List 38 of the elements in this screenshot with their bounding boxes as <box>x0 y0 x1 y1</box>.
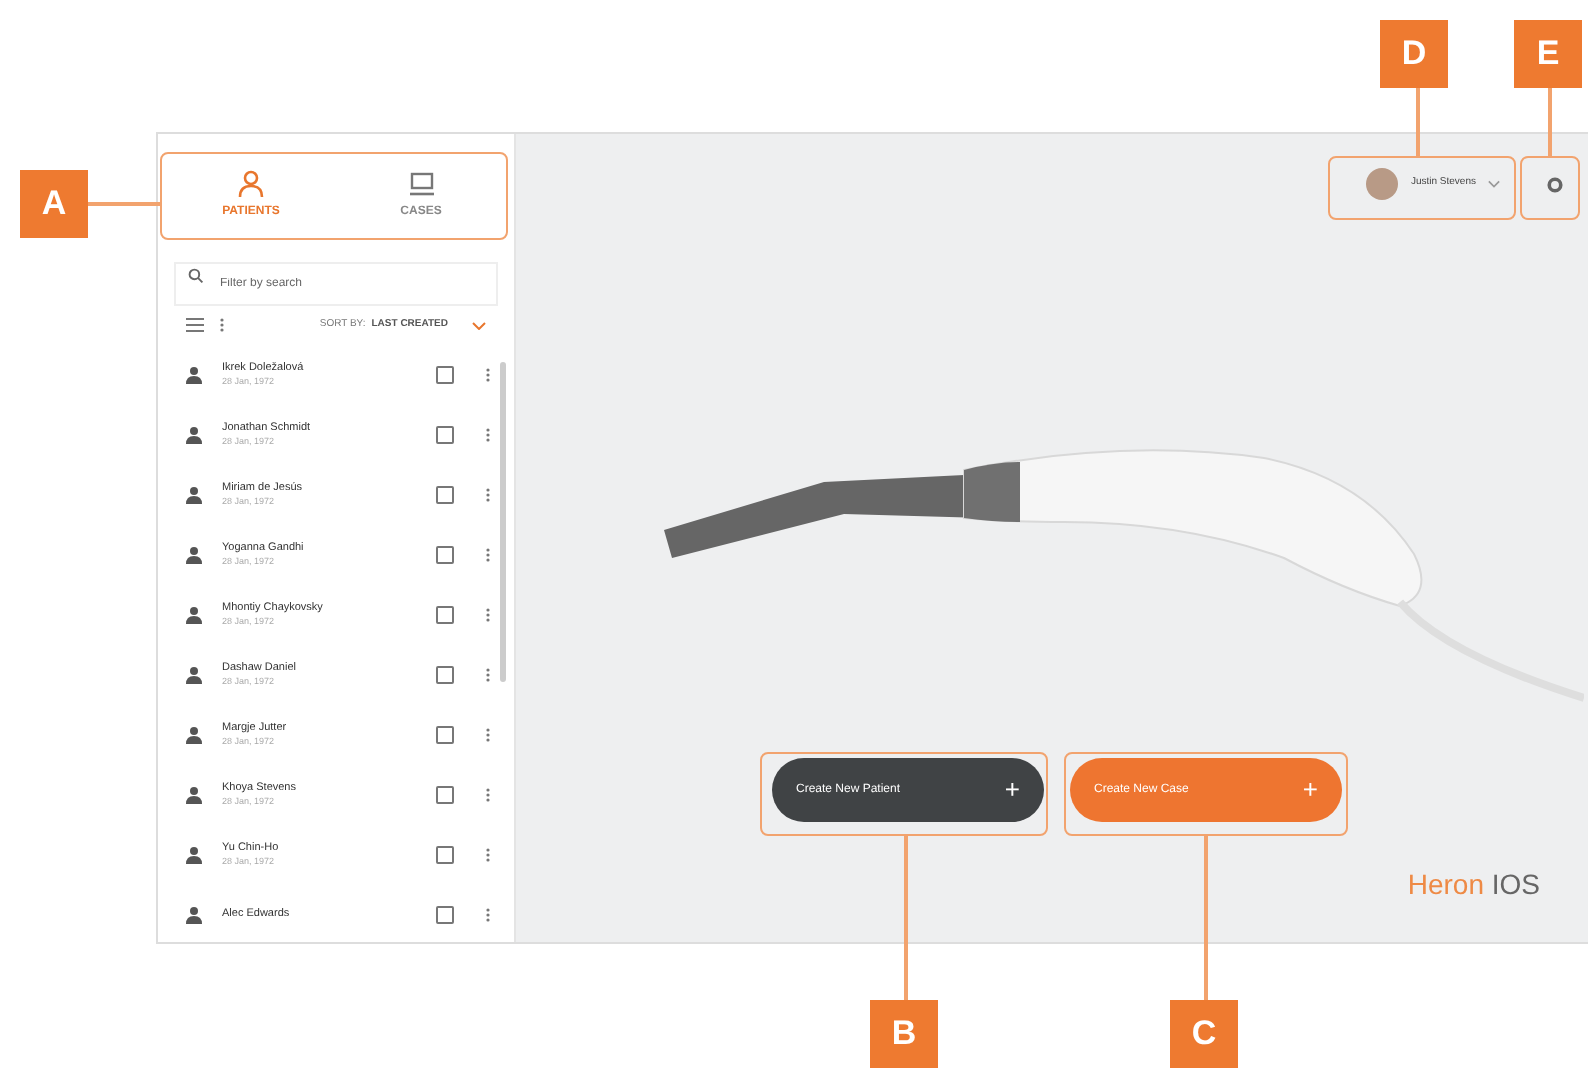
person-icon <box>186 486 202 504</box>
checkbox[interactable] <box>436 546 454 564</box>
person-icon <box>186 366 202 384</box>
checkbox[interactable] <box>436 906 454 924</box>
checkbox[interactable] <box>436 846 454 864</box>
avatar-placeholder <box>1366 168 1399 200</box>
checkbox[interactable] <box>436 606 454 624</box>
checkbox[interactable] <box>436 726 454 744</box>
checkbox[interactable] <box>436 426 454 444</box>
person-icon <box>186 726 202 744</box>
callout-outline <box>1520 156 1580 220</box>
person-icon <box>186 786 202 804</box>
leader-line <box>1548 88 1551 156</box>
brand-logo: Heron IOS <box>1407 866 1540 904</box>
checkbox[interactable] <box>436 366 454 384</box>
checkbox[interactable] <box>436 786 454 804</box>
callout-label: E <box>1514 20 1582 88</box>
callout-label: D <box>1380 20 1448 88</box>
person-icon <box>186 606 202 624</box>
person-icon <box>186 546 202 564</box>
person-icon <box>186 906 202 924</box>
chevron-down-icon <box>1488 180 1500 188</box>
person-icon <box>238 170 264 198</box>
callout-label: A <box>20 170 88 238</box>
scroll-bar[interactable] <box>500 361 506 681</box>
settings-icon <box>1545 175 1563 193</box>
checkbox[interactable] <box>436 666 454 684</box>
person-icon <box>186 666 202 684</box>
chevron-down-icon[interactable] <box>472 321 486 330</box>
callout-label: B <box>870 1000 938 1068</box>
monitor-icon <box>407 171 435 197</box>
checkbox[interactable] <box>436 486 454 504</box>
menu-icon[interactable] <box>186 318 204 333</box>
person-icon <box>186 846 202 864</box>
person-icon <box>186 426 202 444</box>
callout-label: C <box>1170 1000 1238 1068</box>
leader-line <box>1416 88 1419 156</box>
leader-line <box>88 202 160 205</box>
